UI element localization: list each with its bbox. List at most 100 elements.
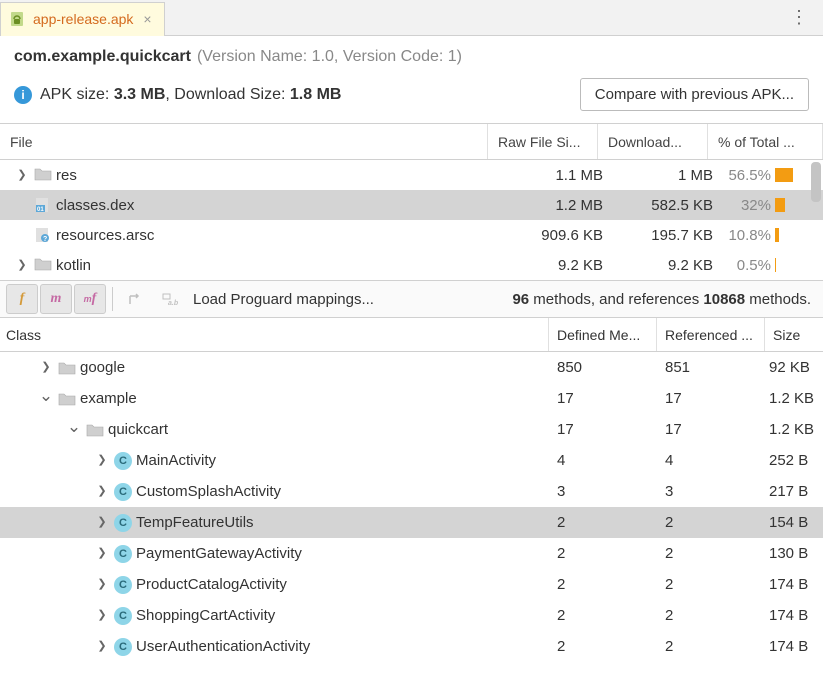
- class-size: 174 B: [765, 638, 823, 655]
- find-usages-button[interactable]: a.b: [153, 284, 185, 314]
- download-size: 9.2 KB: [613, 257, 723, 274]
- chevron-icon[interactable]: ❯: [94, 639, 110, 652]
- raw-size: 9.2 KB: [503, 257, 613, 274]
- package-icon: [86, 423, 104, 437]
- load-proguard-link[interactable]: Load Proguard mappings...: [193, 291, 374, 308]
- chevron-right-icon[interactable]: ❯: [14, 258, 30, 271]
- class-row[interactable]: ⌄ example 17 17 1.2 KB: [0, 383, 823, 414]
- chevron-icon[interactable]: ❯: [94, 608, 110, 621]
- apk-size-row: i APK size: 3.3 MB, Download Size: 1.8 M…: [0, 72, 823, 123]
- raw-size: 909.6 KB: [503, 227, 613, 244]
- defined-methods: 17: [549, 421, 657, 438]
- chevron-icon[interactable]: ❯: [94, 515, 110, 528]
- apk-size-text: APK size: 3.3 MB, Download Size: 1.8 MB: [40, 86, 572, 104]
- referenced-methods: 2: [657, 545, 765, 562]
- raw-size: 1.2 MB: [503, 197, 613, 214]
- package-icon: [58, 392, 76, 406]
- chevron-icon[interactable]: ❯: [94, 484, 110, 497]
- class-size: 1.2 KB: [765, 390, 823, 407]
- percent-text: 32%: [723, 197, 771, 214]
- class-table-header: Class Defined Me... Referenced ... Size: [0, 318, 823, 352]
- referenced-methods: 17: [657, 421, 765, 438]
- class-row[interactable]: ❯ C MainActivity 4 4 252 B: [0, 445, 823, 476]
- folder-icon: [34, 257, 52, 273]
- class-size: 154 B: [765, 514, 823, 531]
- chevron-icon[interactable]: ❯: [94, 453, 110, 466]
- class-name: quickcart: [108, 421, 168, 438]
- class-name: ShoppingCartActivity: [136, 607, 275, 624]
- chevron-icon[interactable]: ❯: [94, 546, 110, 559]
- referenced-methods: 2: [657, 514, 765, 531]
- referenced-methods: 2: [657, 607, 765, 624]
- class-row[interactable]: ❯ C TempFeatureUtils 2 2 154 B: [0, 507, 823, 538]
- col-raw[interactable]: Raw File Si...: [488, 124, 598, 159]
- close-tab-icon[interactable]: ×: [139, 11, 155, 27]
- class-size: 174 B: [765, 607, 823, 624]
- col-class[interactable]: Class: [0, 318, 549, 351]
- file-name: resources.arsc: [56, 227, 154, 244]
- compare-apk-button[interactable]: Compare with previous APK...: [580, 78, 809, 111]
- percent-bar: [775, 258, 776, 272]
- chevron-icon[interactable]: ❯: [94, 577, 110, 590]
- col-defined[interactable]: Defined Me...: [549, 318, 657, 351]
- class-row[interactable]: ❯ C ShoppingCartActivity 2 2 174 B: [0, 600, 823, 631]
- apk-file-icon: [9, 10, 27, 28]
- file-row[interactable]: ❯ res 1.1 MB 1 MB 56.5%: [0, 160, 823, 190]
- class-size: 92 KB: [765, 359, 823, 376]
- file-row[interactable]: ❯ 01 classes.dex 1.2 MB 582.5 KB 32%: [0, 190, 823, 220]
- col-file[interactable]: File: [0, 124, 488, 159]
- class-row[interactable]: ❯ C CustomSplashActivity 3 3 217 B: [0, 476, 823, 507]
- class-icon: C: [114, 576, 132, 594]
- class-row[interactable]: ❯ C ProductCatalogActivity 2 2 174 B: [0, 569, 823, 600]
- file-name: res: [56, 167, 77, 184]
- class-size: 1.2 KB: [765, 421, 823, 438]
- class-row[interactable]: ❯ C PaymentGatewayActivity 2 2 130 B: [0, 538, 823, 569]
- percent-text: 56.5%: [723, 167, 771, 184]
- defined-methods: 2: [549, 576, 657, 593]
- class-icon: C: [114, 545, 132, 563]
- col-referenced[interactable]: Referenced ...: [657, 318, 765, 351]
- tab-bar: app-release.apk × ⋮: [0, 0, 823, 36]
- defined-methods: 2: [549, 638, 657, 655]
- overflow-menu-icon[interactable]: ⋮: [776, 7, 823, 28]
- class-row[interactable]: ⌄ quickcart 17 17 1.2 KB: [0, 414, 823, 445]
- class-name: UserAuthenticationActivity: [136, 638, 310, 655]
- class-icon: C: [114, 483, 132, 501]
- chevron-icon[interactable]: ⌄: [38, 386, 54, 406]
- percent-text: 10.8%: [723, 227, 771, 244]
- file-row[interactable]: ❯ ? resources.arsc 909.6 KB 195.7 KB 10.…: [0, 220, 823, 250]
- col-download[interactable]: Download...: [598, 124, 708, 159]
- dex-toolbar: f m mf a.b Load Proguard mappings... 96 …: [0, 280, 823, 318]
- expand-button[interactable]: [119, 284, 151, 314]
- percent-bar: [775, 168, 793, 182]
- raw-size: 1.1 MB: [503, 167, 613, 184]
- class-name: MainActivity: [136, 452, 216, 469]
- file-row[interactable]: ❯ kotlin 9.2 KB 9.2 KB 0.5%: [0, 250, 823, 280]
- editor-tab[interactable]: app-release.apk ×: [0, 2, 165, 36]
- class-size: 174 B: [765, 576, 823, 593]
- svg-text:01: 01: [37, 207, 44, 213]
- file-name: kotlin: [56, 257, 91, 274]
- file-name: classes.dex: [56, 197, 134, 214]
- referenced-methods: 3: [657, 483, 765, 500]
- package-icon: [58, 361, 76, 375]
- svg-text:a.b: a.b: [168, 300, 178, 307]
- chevron-icon[interactable]: ❯: [38, 360, 54, 373]
- col-percent[interactable]: % of Total ...: [708, 124, 823, 159]
- chevron-icon[interactable]: ⌄: [66, 417, 82, 437]
- referenced-methods: 4: [657, 452, 765, 469]
- filter-fields-button[interactable]: f: [6, 284, 38, 314]
- defined-methods: 4: [549, 452, 657, 469]
- chevron-right-icon[interactable]: ❯: [14, 168, 30, 181]
- methods-summary: 96 methods, and references 10868 methods…: [512, 291, 817, 308]
- filter-referenced-button[interactable]: mf: [74, 284, 106, 314]
- percent-bar: [775, 198, 785, 212]
- class-row[interactable]: ❯ C UserAuthenticationActivity 2 2 174 B: [0, 631, 823, 662]
- filter-methods-button[interactable]: m: [40, 284, 72, 314]
- folder-icon: [34, 167, 52, 183]
- class-icon: C: [114, 638, 132, 656]
- class-row[interactable]: ❯ google 850 851 92 KB: [0, 352, 823, 383]
- download-size: 195.7 KB: [613, 227, 723, 244]
- col-size[interactable]: Size: [765, 318, 823, 351]
- scrollbar-thumb[interactable]: [811, 162, 821, 202]
